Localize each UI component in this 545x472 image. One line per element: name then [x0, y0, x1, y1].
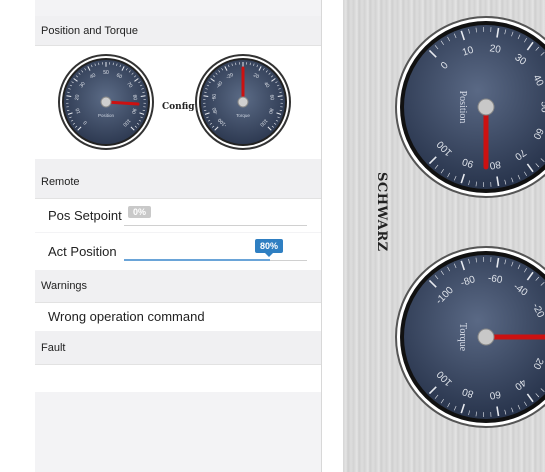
brand-label: SCHWARZ — [374, 172, 389, 252]
settings-panel: Position and Torque Config 0 10 20 30 40 50 60… — [35, 0, 322, 472]
pos-setpoint-value-badge: 0% — [128, 206, 152, 218]
pos-setpoint-track[interactable] — [124, 225, 307, 226]
fault-area — [35, 365, 321, 392]
gauge-tick-label: 60 — [268, 94, 275, 101]
act-position-label: Act Position — [48, 244, 117, 259]
warning-row: Wrong operation command — [35, 303, 321, 331]
small-position-gauge: 010203040 50 60708090100 Position — [58, 54, 154, 150]
gauge-tick-label: 20 — [74, 94, 81, 101]
small-gauges-area: Config 0 10 20 30 40 50 60 70 80 90 100 Position — [35, 46, 321, 159]
small-torque-gauge-label: Torque — [236, 113, 250, 118]
pos-setpoint-label: Pos Setpoint — [48, 208, 122, 223]
pos-setpoint-row: Pos Setpoint 0% — [35, 199, 321, 232]
act-position-row: Act Position 80% — [35, 233, 321, 270]
section-header-remote: Remote — [35, 159, 321, 199]
gauge-tick-label: -60 — [211, 93, 218, 101]
small-position-gauge-label: Position — [98, 113, 115, 118]
section-header-warnings: Warnings — [35, 270, 321, 303]
small-torque-gauge: -100-80-60-40-20020406080100 Torque — [195, 54, 291, 150]
section-header-position-torque: Position and Torque — [35, 16, 321, 46]
small-gauges: 010203040 50 60708090100 Position -100-80-… — [58, 54, 291, 150]
warning-message: Wrong operation command — [48, 309, 205, 324]
gauge-tick-label: 80 — [131, 94, 138, 101]
gauge-tick-label: 50 — [103, 70, 109, 76]
section-header-fault: Fault — [35, 331, 321, 365]
act-position-fill — [124, 259, 271, 261]
act-position-value-badge: 80% — [255, 239, 284, 257]
left-edge — [0, 0, 35, 472]
